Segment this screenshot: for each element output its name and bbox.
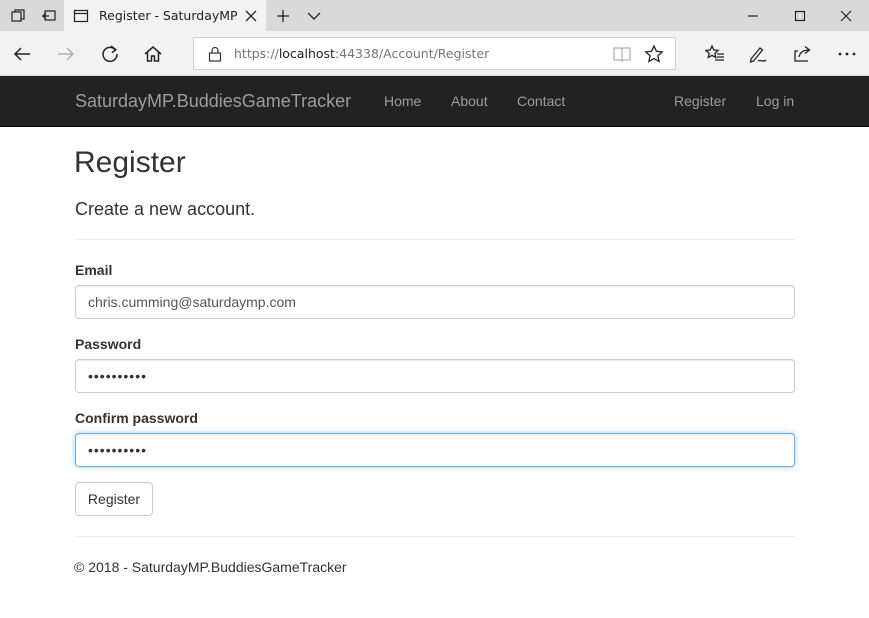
browser-toolbar: https://localhost:44338/Account/Register: [0, 31, 869, 76]
favorite-star-icon[interactable]: [644, 44, 664, 64]
site-brand-link[interactable]: SaturdayMP.BuddiesGameTracker: [75, 91, 351, 112]
site-navbar: SaturdayMP.BuddiesGameTracker Home About…: [0, 76, 869, 127]
more-icon[interactable]: [831, 38, 863, 70]
browser-tab-strip: Register - SaturdayMP.E: [0, 0, 869, 31]
email-label: Email: [75, 262, 113, 278]
close-window-icon[interactable]: [823, 0, 869, 31]
confirm-password-label: Confirm password: [75, 410, 198, 426]
register-button[interactable]: Register: [75, 482, 153, 516]
nav-register-link[interactable]: Register: [674, 93, 726, 109]
password-label: Password: [75, 336, 142, 352]
password-field[interactable]: ••••••••••: [75, 359, 795, 393]
favorites-hub-icon[interactable]: [699, 38, 731, 70]
confirm-password-field[interactable]: ••••••••••: [75, 433, 795, 467]
nav-contact-link[interactable]: Contact: [517, 93, 565, 109]
footer-divider: [75, 536, 795, 537]
nav-about-link[interactable]: About: [451, 93, 488, 109]
page-subtitle: Create a new account.: [75, 199, 256, 219]
share-icon[interactable]: [786, 38, 818, 70]
url-text: https://localhost:44338/Account/Register: [234, 46, 490, 61]
home-icon[interactable]: [137, 38, 169, 70]
nav-login-link[interactable]: Log in: [756, 93, 794, 109]
address-bar[interactable]: https://localhost:44338/Account/Register: [193, 37, 676, 70]
page-title: Register: [74, 146, 186, 179]
refresh-icon[interactable]: [94, 38, 126, 70]
footer-text: © 2018 - SaturdayMP.BuddiesGameTracker: [74, 559, 347, 575]
email-field[interactable]: chris.cumming@saturdaymp.com: [75, 285, 795, 319]
pen-notes-icon[interactable]: [742, 38, 774, 70]
active-tab[interactable]: Register - SaturdayMP.E: [64, 0, 266, 31]
reading-view-icon[interactable]: [612, 44, 632, 64]
email-value: chris.cumming@saturdaymp.com: [88, 294, 296, 310]
tab-title: Register - SaturdayMP.E: [99, 8, 237, 23]
new-tab-icon[interactable]: [267, 0, 298, 31]
divider: [75, 239, 795, 240]
back-icon[interactable]: [6, 38, 38, 70]
forward-icon[interactable]: [50, 38, 82, 70]
lock-icon[interactable]: [208, 46, 222, 62]
minimize-icon[interactable]: [730, 0, 776, 31]
close-tab-icon[interactable]: [243, 8, 258, 23]
chevron-down-icon[interactable]: [298, 0, 329, 31]
password-value: ••••••••••: [88, 368, 148, 384]
page-icon: [73, 8, 89, 24]
nav-home-link[interactable]: Home: [384, 93, 421, 109]
set-aside-tabs-icon[interactable]: [33, 0, 64, 31]
tab-actions-icon[interactable]: [2, 0, 33, 31]
maximize-icon[interactable]: [777, 0, 823, 31]
confirm-password-value: ••••••••••: [88, 442, 148, 458]
